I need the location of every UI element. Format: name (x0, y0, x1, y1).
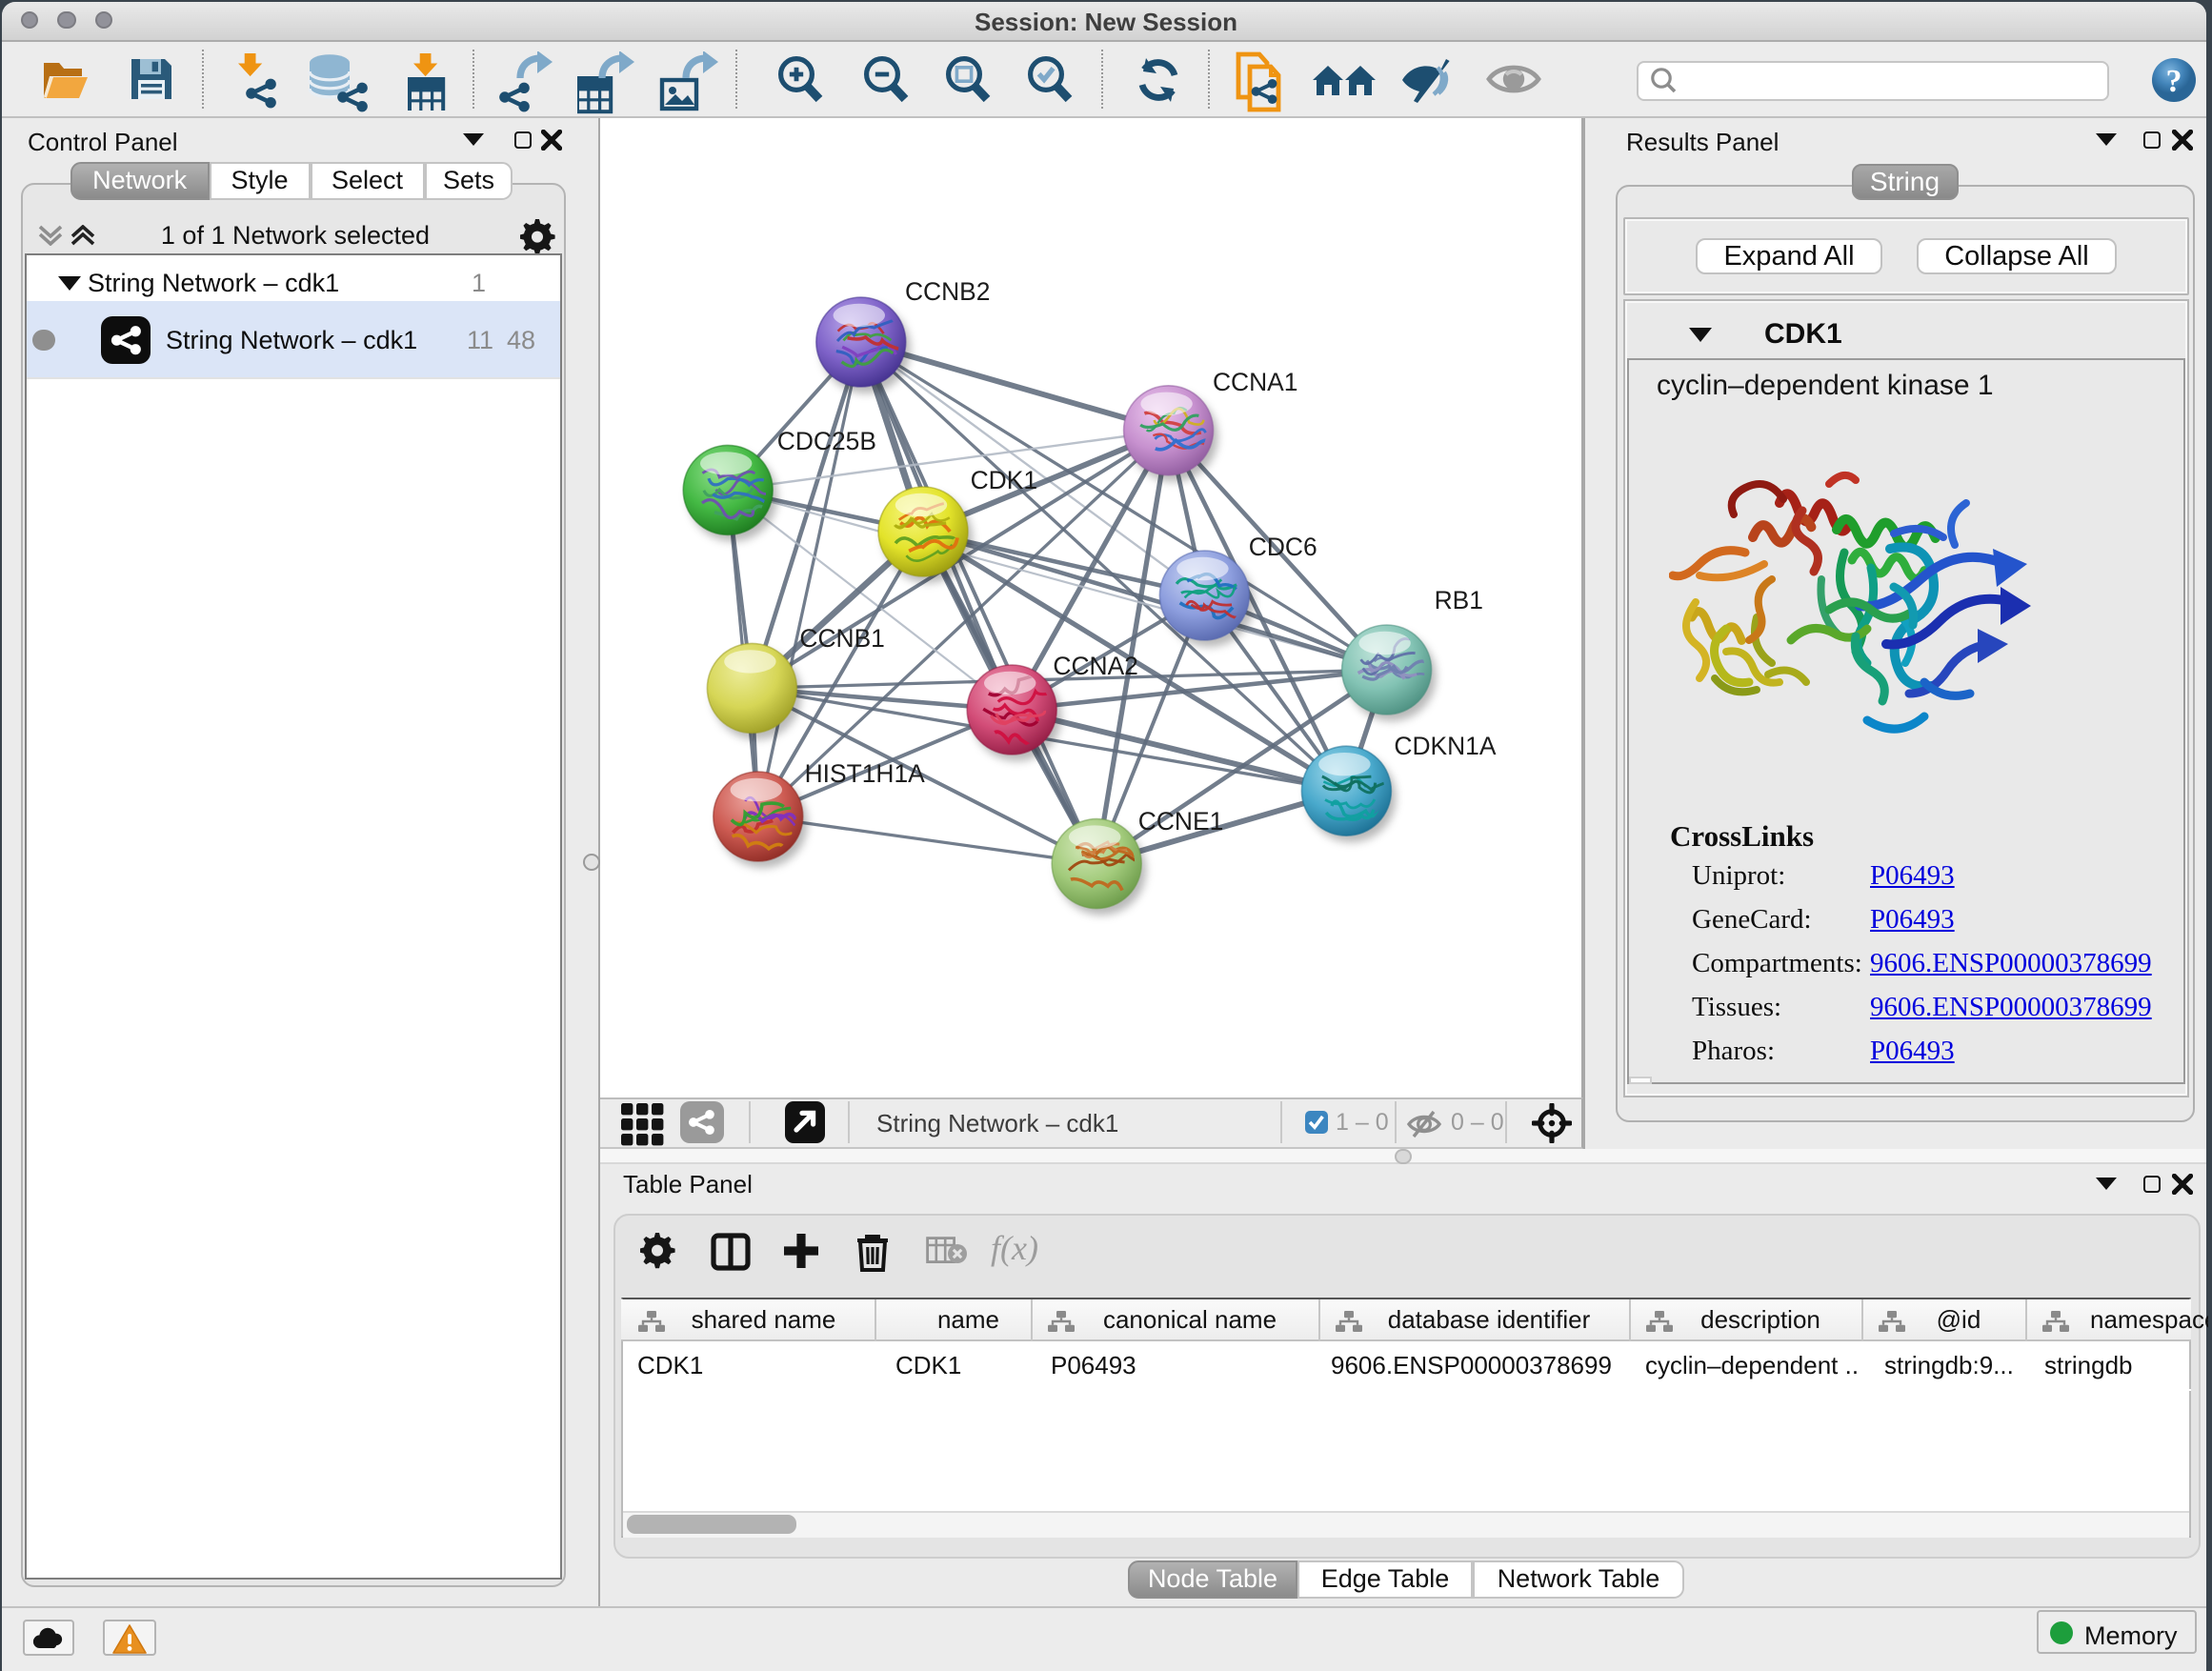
svg-text:HIST1H1A: HIST1H1A (804, 758, 925, 787)
svg-text:RB1: RB1 (1434, 585, 1482, 614)
svg-text:CDK1: CDK1 (970, 465, 1036, 493)
svg-text:?: ? (2165, 64, 2182, 99)
svg-text:CCNA1: CCNA1 (1212, 367, 1297, 395)
svg-text:CCNA2: CCNA2 (1052, 651, 1136, 679)
svg-text:CDC25B: CDC25B (776, 426, 875, 454)
svg-text:CCNE1: CCNE1 (1137, 806, 1222, 835)
svg-text:CCNB2: CCNB2 (904, 276, 989, 305)
svg-text:CCNB1: CCNB1 (798, 623, 883, 652)
svg-text:CDKN1A: CDKN1A (1393, 731, 1495, 759)
svg-text:CDC6: CDC6 (1248, 532, 1317, 560)
